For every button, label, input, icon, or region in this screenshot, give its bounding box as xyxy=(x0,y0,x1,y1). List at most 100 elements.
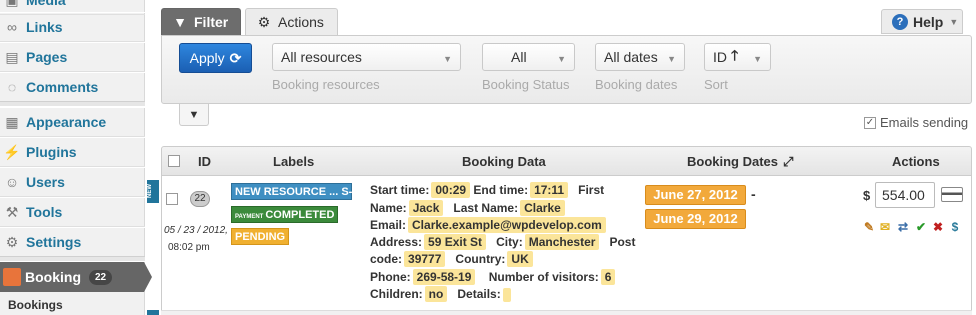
row-divider xyxy=(161,310,972,315)
filter-icon: ▼ xyxy=(173,14,187,30)
sidebar-separator xyxy=(0,256,145,262)
sidebar-item-users[interactable]: ☺ Users xyxy=(0,167,145,197)
select-value: All xyxy=(511,49,527,65)
dates-label: Booking dates xyxy=(595,77,678,92)
sidebar-item-plugins[interactable]: ⚡ Plugins xyxy=(0,137,145,167)
plugins-icon: ⚡ xyxy=(3,143,21,160)
note-icon[interactable]: ✉ xyxy=(878,220,892,234)
chevron-down-icon: ▼ xyxy=(557,54,566,64)
last-name-label: Last Name: xyxy=(453,201,519,215)
select-all-checkbox[interactable] xyxy=(168,155,180,167)
emails-sending-checkbox[interactable]: ✓ Emails sending xyxy=(864,115,968,130)
help-button[interactable]: ? Help ▼ xyxy=(881,9,963,34)
email-value: Clarke.example@wpdevelop.com xyxy=(408,217,606,233)
sidebar-item-booking[interactable]: Booking 22 xyxy=(0,262,152,292)
credit-card-icon[interactable] xyxy=(941,187,963,202)
sidebar-item-label: Tools xyxy=(26,204,63,220)
chevron-down-icon: ▼ xyxy=(753,54,762,64)
apply-label: Apply xyxy=(189,50,225,66)
children-label: Children: xyxy=(370,287,423,301)
code-label: code: xyxy=(370,252,403,266)
sidebar-item-label: Users xyxy=(26,174,65,190)
checkbox-checked-icon[interactable]: ✓ xyxy=(864,116,876,129)
sidebar-item-links[interactable]: ∞ Links xyxy=(0,12,145,42)
chevron-down-icon: ▼ xyxy=(188,108,200,121)
email-label: Email: xyxy=(370,218,407,232)
help-label: Help xyxy=(913,13,944,30)
apply-button[interactable]: Apply ⟳ xyxy=(179,43,252,73)
sidebar-item-label: Comments xyxy=(26,79,99,95)
dates-select[interactable]: All dates ▼ xyxy=(595,43,685,71)
header-booking-dates: Booking Dates xyxy=(687,154,779,169)
country-label: Country: xyxy=(455,252,506,266)
tab-actions[interactable]: ⚙ Actions xyxy=(245,8,338,35)
header-booking-data: Booking Data xyxy=(462,154,546,169)
details-value xyxy=(502,287,511,302)
payment-icon[interactable]: $ xyxy=(948,220,962,234)
status-select[interactable]: All ▼ xyxy=(482,43,575,71)
emails-sending-label: Emails sending xyxy=(880,115,969,130)
booking-data-line-3: Email: Clarke.example@wpdevelop.com xyxy=(370,217,606,233)
end-time-value: 17:11 xyxy=(530,182,569,198)
payment-status-label: COMPLETED xyxy=(265,209,335,221)
refresh-icon: ⟳ xyxy=(229,49,242,66)
sidebar-item-label: Links xyxy=(26,19,63,35)
payment-small-label: PAYMENT xyxy=(235,214,264,220)
header-labels: Labels xyxy=(273,154,315,169)
sort-select[interactable]: ID 🡑 ▼ xyxy=(704,43,771,71)
first-name-label-part: First xyxy=(578,183,605,197)
sidebar-item-label: Appearance xyxy=(26,114,107,130)
sidebar-item-comments[interactable]: ◌ Comments xyxy=(0,72,145,102)
chevron-down-icon: ▼ xyxy=(667,54,676,64)
sidebar-item-label: Plugins xyxy=(26,144,77,160)
details-label: Details: xyxy=(457,287,501,301)
sidebar-item-label: Settings xyxy=(26,234,82,250)
cost-input[interactable]: 554.00 xyxy=(875,182,935,208)
toggle-filter-button[interactable]: ▼ xyxy=(179,104,209,126)
approve-icon[interactable]: ✔ xyxy=(914,220,928,234)
submenu-item-bookings[interactable]: Bookings xyxy=(8,298,63,312)
change-resource-icon[interactable]: ⇄ xyxy=(896,220,910,234)
payment-status-badge: PAYMENT COMPLETED xyxy=(231,206,339,223)
select-value: ID xyxy=(713,49,727,65)
comments-icon: ◌ xyxy=(7,79,17,95)
arrow-up-icon: 🡑 xyxy=(731,47,739,63)
tab-label: Filter xyxy=(194,14,229,30)
last-name-value: Clarke xyxy=(520,200,565,216)
appearance-icon: ▦ xyxy=(5,113,19,130)
users-icon: ☺ xyxy=(4,174,20,190)
sidebar-item-appearance[interactable]: ▦ Appearance xyxy=(0,107,145,137)
booking-data-line-6: Phone: 269-58-19 Number of visitors: 6 xyxy=(370,269,616,285)
address-value: 59 Exit St xyxy=(424,234,487,250)
delete-icon[interactable]: ✖ xyxy=(931,220,945,234)
booking-count-badge: 22 xyxy=(89,269,113,285)
edit-icon[interactable]: ✎ xyxy=(862,220,876,234)
media-icon: ▣ xyxy=(3,0,21,9)
address-label: Address: xyxy=(370,235,423,249)
start-time-label: Start time: xyxy=(370,183,430,197)
date-separator: - xyxy=(751,186,756,202)
visitors-label: Number of visitors: xyxy=(488,270,599,284)
pages-icon: ▤ xyxy=(5,48,19,65)
table-header: ID Labels Booking Data Booking Dates ⤢ A… xyxy=(161,146,972,176)
new-ribbon: NEW xyxy=(147,180,159,203)
visitors-value: 6 xyxy=(600,269,616,285)
expand-icon[interactable]: ⤢ xyxy=(783,154,793,170)
phone-value: 269-58-19 xyxy=(412,269,476,285)
status-label: Booking Status xyxy=(482,77,570,92)
booking-data-line-1: Start time: 00:29 End time: 17:11 First xyxy=(370,182,605,198)
sidebar-item-settings[interactable]: ⚙ Settings xyxy=(0,227,145,257)
row-checkbox[interactable] xyxy=(166,193,178,205)
settings-icon: ⚙ xyxy=(5,233,19,250)
sidebar-item-pages[interactable]: ▤ Pages xyxy=(0,42,145,72)
sidebar-item-tools[interactable]: ⚒ Tools xyxy=(0,197,145,227)
tab-filter[interactable]: ▼ Filter xyxy=(161,8,241,35)
select-value: All dates xyxy=(604,49,658,65)
chevron-down-icon: ▼ xyxy=(949,16,959,27)
links-icon: ∞ xyxy=(7,19,17,35)
city-value: Manchester xyxy=(524,234,600,250)
sidebar-item-label: Booking xyxy=(25,269,81,285)
resources-select[interactable]: All resources ▼ xyxy=(272,43,461,71)
chevron-down-icon: ▼ xyxy=(443,54,452,64)
booking-date-chip: June 27, 2012 xyxy=(645,185,746,205)
